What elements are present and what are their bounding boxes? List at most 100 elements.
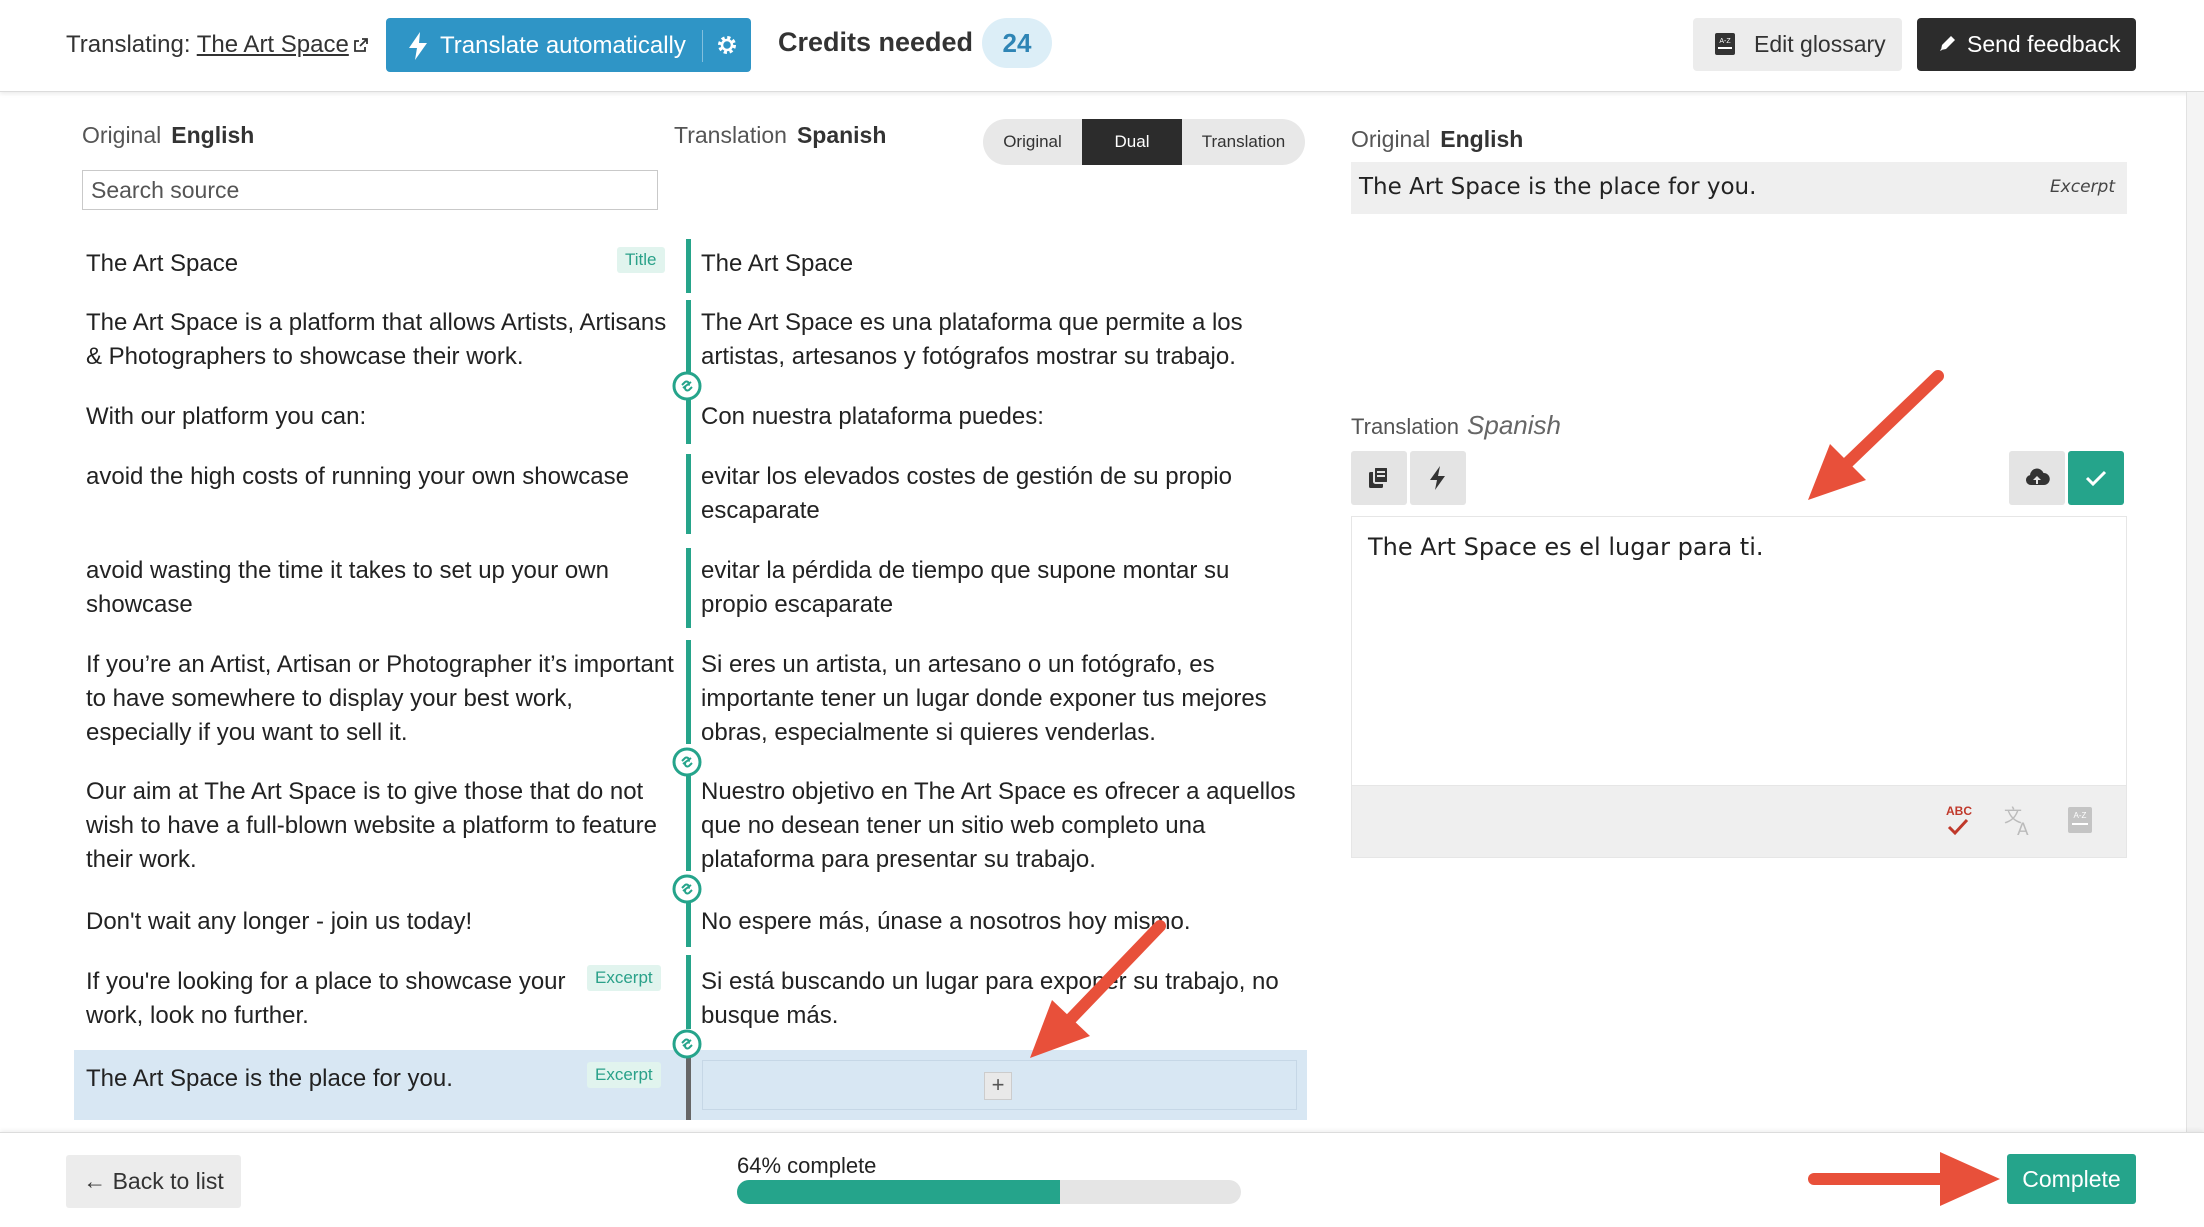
translation-column-header: Translation Spanish <box>674 122 886 149</box>
add-translation-box[interactable]: + <box>702 1060 1297 1110</box>
credits-count-badge: 24 <box>982 18 1052 68</box>
segment-marker <box>686 394 691 444</box>
progress-bar <box>737 1180 1241 1204</box>
save-draft-button[interactable] <box>2009 451 2065 505</box>
segment-marker <box>686 899 691 947</box>
segment-source: Our aim at The Art Space is to give thos… <box>86 778 657 873</box>
segment-tag: Excerpt <box>587 965 661 991</box>
copy-source-button[interactable] <box>1351 451 1407 505</box>
bottom-bar: ← Back to list 64% complete Complete <box>0 1132 2204 1227</box>
edit-glossary-label: Edit glossary <box>1754 31 1886 57</box>
back-to-list-button[interactable]: ← Back to list <box>66 1155 241 1208</box>
spellcheck-badge: ABC <box>1946 804 1972 818</box>
segment-row[interactable]: Our aim at The Art Space is to give thos… <box>74 769 1307 885</box>
editor-original-language: English <box>1440 126 1524 152</box>
gear-icon[interactable] <box>716 34 738 56</box>
translation-editor[interactable]: The Art Space es el lugar para ti. <box>1351 516 2127 786</box>
search-source-input[interactable] <box>82 170 658 210</box>
segment-target[interactable]: evitar los elevados costes de gestión de… <box>701 460 1301 528</box>
link-icon[interactable] <box>672 747 702 777</box>
segment-source: The Art Space <box>86 250 239 277</box>
editor-original-tag: Excerpt <box>2049 177 2115 197</box>
translation-editor-text[interactable]: The Art Space es el lugar para ti. <box>1368 533 1763 561</box>
svg-text:A: A <box>2017 820 2029 838</box>
segment-marker <box>686 640 691 744</box>
segment-row[interactable]: With our platform you can: Con nuestra p… <box>74 394 1307 446</box>
view-original-option[interactable]: Original <box>983 119 1082 165</box>
segment-marker <box>686 548 691 628</box>
segment-source: Don't wait any longer - join us today! <box>86 908 473 935</box>
auto-translate-segment-button[interactable] <box>1410 451 1466 505</box>
plus-icon[interactable]: + <box>984 1072 1012 1100</box>
svg-text:A-Z: A-Z <box>1719 38 1731 45</box>
editor-translation-language: Spanish <box>1467 410 1561 440</box>
segment-source: With our platform you can: <box>86 403 367 430</box>
segment-source: avoid wasting the time it takes to set u… <box>86 557 609 618</box>
view-toggle: Original Dual Translation <box>983 119 1305 165</box>
edit-glossary-button[interactable]: A-Z Edit glossary <box>1693 18 1902 71</box>
segment-target[interactable]: Si está buscando un lugar para exponer s… <box>701 965 1301 1033</box>
segment-row[interactable]: avoid wasting the time it takes to set u… <box>74 548 1307 634</box>
cloud-upload-icon <box>2025 468 2050 485</box>
link-icon[interactable] <box>672 371 702 401</box>
segment-target[interactable]: Nuestro objetivo en The Art Space es ofr… <box>701 775 1301 877</box>
site-link[interactable]: The Art Space <box>197 31 349 58</box>
segment-marker <box>686 955 691 1029</box>
segment-marker <box>686 1050 691 1120</box>
segment-tag: Title <box>617 247 665 273</box>
check-icon <box>2085 470 2107 487</box>
segment-target[interactable]: No espere más, únase a nosotros hoy mism… <box>701 905 1301 939</box>
segment-target[interactable]: The Art Space <box>701 247 1301 281</box>
glossary-icon[interactable]: A-Z <box>2066 806 2094 834</box>
send-feedback-button[interactable]: Send feedback <box>1917 18 2136 71</box>
svg-text:A-Z: A-Z <box>2074 811 2087 820</box>
translate-icon[interactable]: 文A <box>2002 804 2036 838</box>
segment-source: If you’re an Artist, Artisan or Photogra… <box>86 651 674 746</box>
segment-source: If you're looking for a place to showcas… <box>86 968 566 1029</box>
segment-row[interactable]: The Art Space Title The Art Space <box>74 239 1307 297</box>
complete-button[interactable]: Complete <box>2007 1154 2136 1204</box>
top-bar: Translating: The Art Space Translate aut… <box>0 0 2204 92</box>
editor-translation-header: Translation Spanish <box>1351 410 1561 441</box>
credits-needed-label: Credits needed <box>778 27 974 57</box>
original-column-header: Original English <box>82 122 254 149</box>
spellcheck-check-icon <box>1947 818 1969 836</box>
editor-toolbar: ABC 文A A-Z <box>1351 786 2127 858</box>
confirm-translation-button[interactable] <box>2068 451 2124 505</box>
annotation-arrow <box>1808 370 1944 500</box>
translate-automatically-label: Translate automatically <box>440 32 686 59</box>
segment-marker <box>686 239 691 293</box>
segment-target[interactable]: Si eres un artista, un artesano o un fot… <box>701 648 1301 750</box>
segment-row[interactable]: avoid the high costs of running your own… <box>74 454 1307 540</box>
editor-original-box: The Art Space is the place for you. Exce… <box>1351 162 2127 214</box>
segment-target[interactable]: Con nuestra plataforma puedes: <box>701 400 1301 434</box>
view-translation-option[interactable]: Translation <box>1182 119 1305 165</box>
translation-prefix: Translation <box>674 122 787 148</box>
spellcheck-icon[interactable]: ABC <box>1942 804 1982 840</box>
progress-fill <box>737 1180 1060 1204</box>
button-divider <box>702 30 703 62</box>
editor-original-header: Original English <box>1351 126 1523 153</box>
segment-source: The Art Space is a platform that allows … <box>86 309 667 370</box>
copy-icon <box>1369 466 1389 488</box>
segment-row[interactable]: If you’re an Artist, Artisan or Photogra… <box>74 640 1307 758</box>
segment-marker <box>686 454 691 534</box>
external-link-icon[interactable] <box>353 37 369 53</box>
link-icon[interactable] <box>672 1029 702 1059</box>
segment-source: avoid the high costs of running your own… <box>86 463 629 490</box>
segment-tag: Excerpt <box>587 1062 661 1088</box>
link-icon[interactable] <box>672 874 702 904</box>
send-feedback-label: Send feedback <box>1967 31 2121 57</box>
page-scrollbar[interactable] <box>2186 92 2204 1132</box>
segment-row[interactable]: Don't wait any longer - join us today! N… <box>74 899 1307 951</box>
view-dual-option[interactable]: Dual <box>1082 119 1182 165</box>
translation-language: Spanish <box>796 122 887 148</box>
original-prefix: Original <box>82 122 162 148</box>
selected-segment-row[interactable]: The Art Space is the place for you. Exce… <box>74 1050 1307 1120</box>
bolt-icon <box>1430 466 1445 490</box>
segment-target[interactable]: evitar la pérdida de tiempo que supone m… <box>701 554 1301 622</box>
progress-label: 64% complete <box>737 1153 877 1178</box>
editor-original-prefix: Original <box>1351 126 1431 152</box>
segment-target[interactable]: The Art Space es una plataforma que perm… <box>701 306 1301 374</box>
translate-automatically-button[interactable]: Translate automatically <box>386 18 751 72</box>
